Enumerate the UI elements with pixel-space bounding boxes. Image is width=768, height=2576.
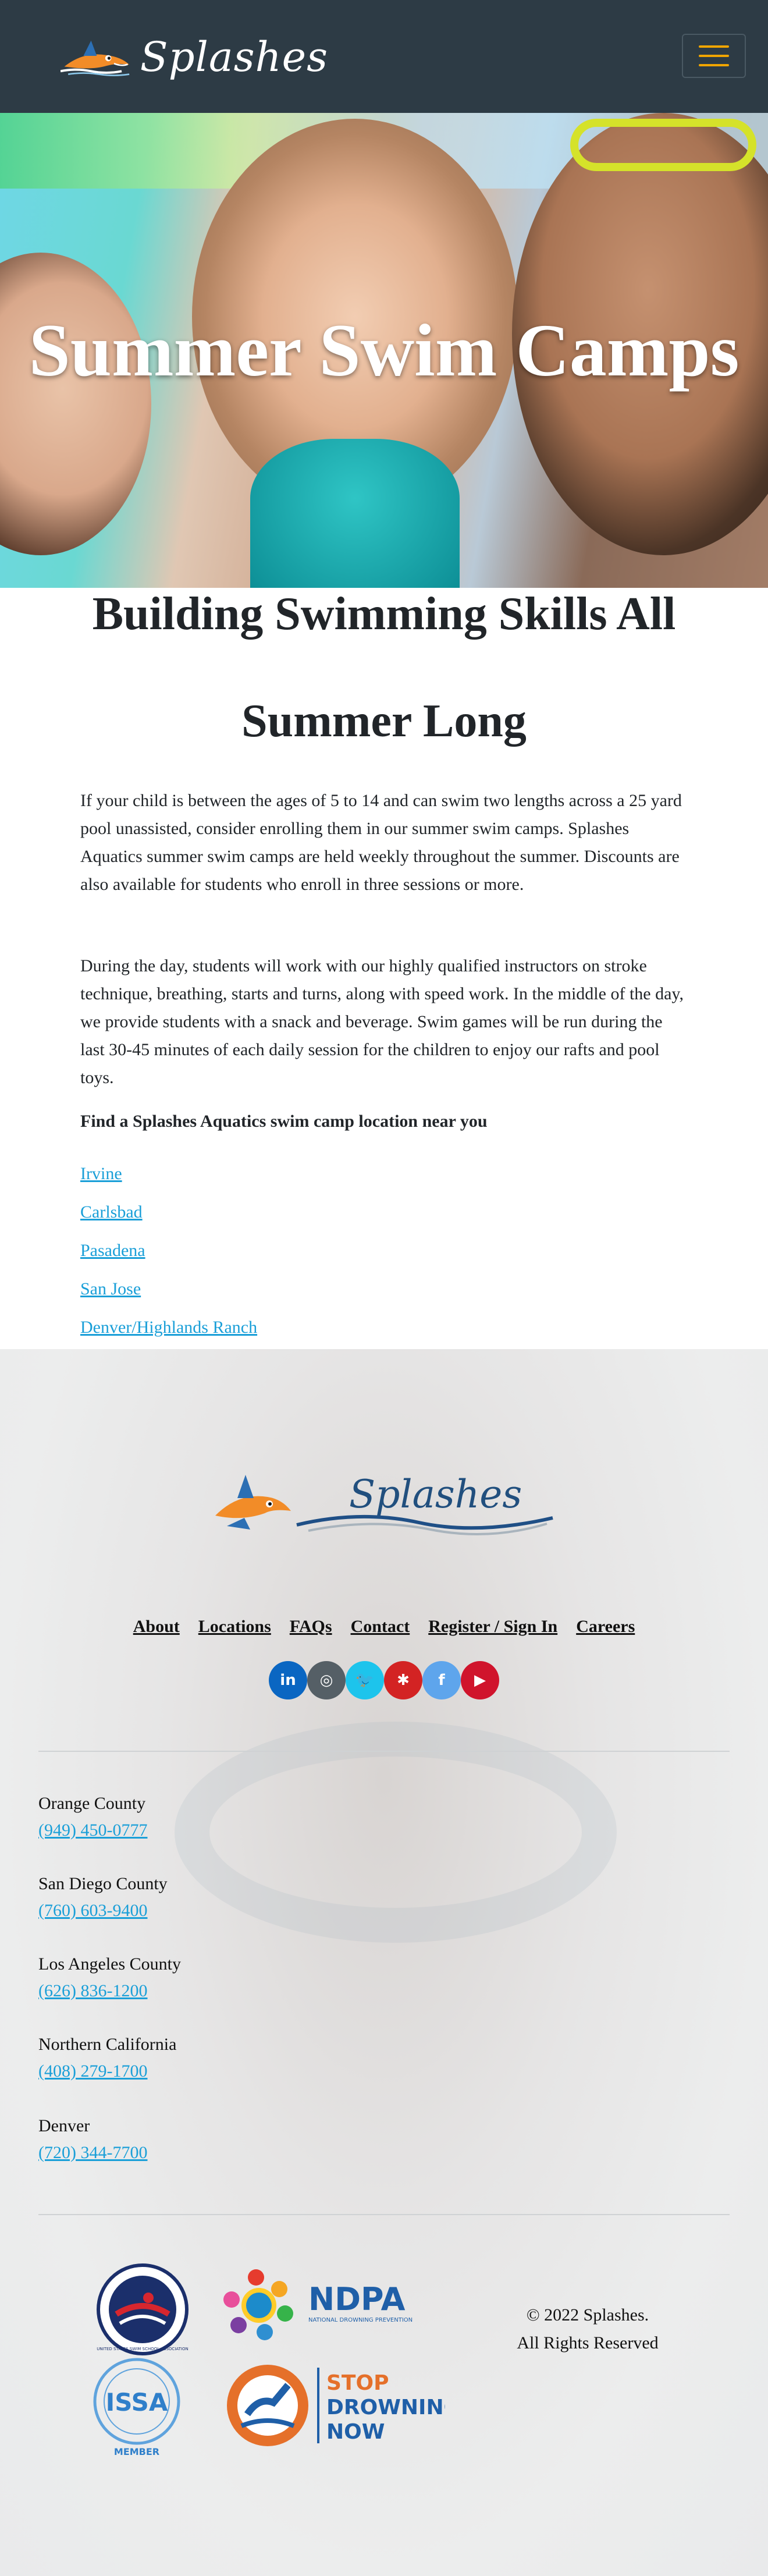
- footer-brand-name: Splashes: [349, 1472, 522, 1517]
- hamburger-line-icon: [699, 55, 729, 57]
- svg-text:DROWNING: DROWNING: [326, 2396, 445, 2419]
- ussssa-badge-icon[interactable]: UNITED STATES SWIM SCHOOL ASSOCIATION: [93, 2263, 192, 2356]
- shark-mascot-icon: [61, 40, 130, 76]
- footer-divider: [38, 1751, 730, 1752]
- find-location-label: Find a Splashes Aquatics swim camp locat…: [80, 1112, 488, 1131]
- footer-link-faqs[interactable]: FAQs: [290, 1617, 332, 1637]
- svg-text:NOW: NOW: [326, 2420, 385, 2444]
- svg-text:NDPA: NDPA: [308, 2281, 406, 2318]
- site-footer: Splashes About Locations FAQs Contact Re…: [0, 1349, 768, 2576]
- footer-link-locations[interactable]: Locations: [198, 1617, 271, 1637]
- hero-banner: Summer Swim Camps: [0, 113, 768, 588]
- location-link-irvine[interactable]: Irvine: [80, 1164, 122, 1184]
- details-paragraph: During the day, students will work with …: [80, 956, 684, 1087]
- footer-link-about[interactable]: About: [133, 1617, 180, 1637]
- svg-text:STOP: STOP: [326, 2371, 389, 2395]
- copyright-text: © 2022 Splashes. All Rights Reserved: [500, 2301, 675, 2357]
- linkedin-icon[interactable]: in: [269, 1661, 307, 1699]
- contact-phone-link[interactable]: (408) 279-1700: [38, 2061, 147, 2081]
- location-link-san-jose[interactable]: San Jose: [80, 1279, 141, 1299]
- contact-phone-link[interactable]: (949) 450-0777: [38, 1821, 147, 1840]
- ndpa-badge-icon[interactable]: NDPA NATIONAL DROWNING PREVENTION ALLIAN…: [215, 2260, 413, 2347]
- contact-phone-link[interactable]: (760) 603-9400: [38, 1901, 147, 1921]
- stop-drowning-now-badge-icon[interactable]: STOP DROWNING NOW: [224, 2362, 445, 2449]
- footer-link-register[interactable]: Register / Sign In: [428, 1617, 557, 1637]
- issa-badge-icon[interactable]: ISSA MEMBER: [87, 2355, 186, 2460]
- contact-phone-link[interactable]: (626) 836-1200: [38, 1981, 147, 2001]
- svg-text:ISSA: ISSA: [106, 2388, 168, 2417]
- contact-region: Denver: [38, 2116, 90, 2135]
- svg-text:UNITED STATES SWIM SCHOOL ASSO: UNITED STATES SWIM SCHOOL ASSOCIATION: [97, 2347, 188, 2351]
- contact-region: Northern California: [38, 2035, 177, 2054]
- hero-title: Summer Swim Camps: [29, 308, 739, 392]
- intro-paragraph: If your child is between the ages of 5 t…: [80, 791, 682, 894]
- footer-nav: About Locations FAQs Contact Register / …: [0, 1617, 768, 1637]
- location-link-denver[interactable]: Denver/Highlands Ranch: [80, 1318, 257, 1337]
- section-heading-line2: Summer Long: [241, 696, 527, 747]
- footer-link-contact[interactable]: Contact: [351, 1617, 410, 1637]
- copyright-line2: All Rights Reserved: [517, 2333, 659, 2353]
- youtube-icon[interactable]: ▶: [461, 1661, 499, 1699]
- footer-divider: [38, 2214, 730, 2215]
- main-content: Building Swimming Skills All Summer Long…: [0, 588, 768, 1349]
- contact-region: Orange County: [38, 1794, 146, 1813]
- copyright-line1: © 2022 Splashes.: [526, 2305, 649, 2325]
- footer-link-careers[interactable]: Careers: [576, 1617, 635, 1637]
- top-navbar: Splashes: [0, 0, 768, 113]
- location-link-carlsbad[interactable]: Carlsbad: [80, 1202, 143, 1222]
- svg-text:MEMBER: MEMBER: [114, 2446, 159, 2457]
- location-link-pasadena[interactable]: Pasadena: [80, 1241, 145, 1261]
- yelp-icon[interactable]: ✱: [384, 1661, 422, 1699]
- brand-name: Splashes: [140, 33, 328, 81]
- footer-logo[interactable]: Splashes: [209, 1457, 559, 1539]
- contact-region: Los Angeles County: [38, 1954, 181, 1974]
- menu-toggle-button[interactable]: [682, 34, 746, 78]
- hamburger-line-icon: [699, 64, 729, 66]
- contact-phone-link[interactable]: (720) 344-7700: [38, 2143, 147, 2163]
- contact-region: San Diego County: [38, 1874, 168, 1893]
- social-icons: in ◎ 🐦 ✱ f ▶: [0, 1661, 768, 1699]
- brand-logo[interactable]: Splashes: [61, 22, 328, 92]
- hamburger-line-icon: [699, 45, 729, 48]
- instagram-icon[interactable]: ◎: [307, 1661, 346, 1699]
- facebook-icon[interactable]: f: [422, 1661, 461, 1699]
- svg-text:NATIONAL DROWNING PREVENTION A: NATIONAL DROWNING PREVENTION ALLIANCE: [308, 2317, 413, 2323]
- footer-background-goggles: [175, 1722, 617, 1943]
- twitter-icon[interactable]: 🐦: [346, 1661, 384, 1699]
- section-heading-line1: Building Swimming Skills All: [92, 588, 676, 640]
